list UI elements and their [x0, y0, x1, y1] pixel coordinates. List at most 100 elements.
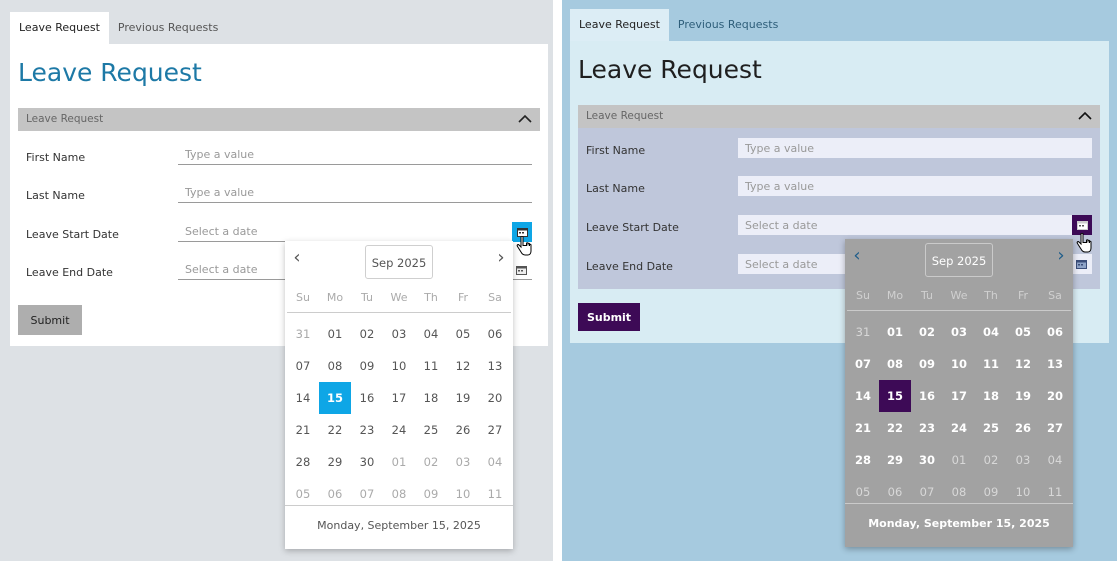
calendar-day[interactable]: 10 [383, 350, 415, 382]
first-name-input[interactable] [738, 138, 1092, 158]
leave-start-date-input[interactable] [178, 222, 532, 242]
chevron-right-icon[interactable]: › [491, 249, 511, 267]
calendar-day[interactable]: 01 [383, 446, 415, 478]
chevron-right-icon[interactable]: › [1051, 247, 1071, 265]
calendar-day[interactable]: 08 [319, 350, 351, 382]
calendar-day[interactable]: 23 [351, 414, 383, 446]
calendar-day[interactable]: 27 [479, 414, 511, 446]
calendar-day[interactable]: 11 [975, 348, 1007, 380]
calendar-day[interactable]: 12 [1007, 348, 1039, 380]
calendar-day[interactable]: 02 [975, 444, 1007, 476]
calendar-day[interactable]: 11 [415, 350, 447, 382]
calendar-day[interactable]: 03 [1007, 444, 1039, 476]
first-name-input[interactable] [178, 145, 532, 165]
calendar-day[interactable]: 18 [975, 380, 1007, 412]
chevron-left-icon[interactable]: ‹ [287, 249, 307, 267]
calendar-day[interactable]: 28 [847, 444, 879, 476]
calendar-day[interactable]: 31 [847, 316, 879, 348]
calendar-day[interactable]: 08 [879, 348, 911, 380]
calendar-day[interactable]: 25 [975, 412, 1007, 444]
calendar-day[interactable]: 02 [415, 446, 447, 478]
calendar-day[interactable]: 04 [975, 316, 1007, 348]
calendar-day[interactable]: 04 [1039, 444, 1071, 476]
calendar-day[interactable]: 22 [879, 412, 911, 444]
calendar-day-selected[interactable]: 15 [319, 382, 351, 414]
calendar-day[interactable]: 02 [351, 318, 383, 350]
calendar-day[interactable]: 21 [847, 412, 879, 444]
calendar-day[interactable]: 03 [383, 318, 415, 350]
calendar-day[interactable]: 29 [319, 446, 351, 478]
calendar-day[interactable]: 12 [447, 350, 479, 382]
calendar-day[interactable]: 26 [447, 414, 479, 446]
calendar-day[interactable]: 20 [479, 382, 511, 414]
calendar-day[interactable]: 24 [943, 412, 975, 444]
calendar-day[interactable]: 04 [415, 318, 447, 350]
calendar-day[interactable]: 07 [847, 348, 879, 380]
calendar-day[interactable]: 26 [1007, 412, 1039, 444]
chevron-left-icon[interactable]: ‹ [847, 247, 867, 265]
calendar-day[interactable]: 10 [943, 348, 975, 380]
calendar-day[interactable]: 14 [847, 380, 879, 412]
calendar-day[interactable]: 18 [415, 382, 447, 414]
calendar-day[interactable]: 23 [911, 412, 943, 444]
calendar-day[interactable]: 30 [351, 446, 383, 478]
weekday-label: Tu [360, 291, 374, 304]
start-date-calendar-button[interactable] [512, 222, 532, 242]
calendar-day[interactable]: 02 [911, 316, 943, 348]
start-date-calendar-button[interactable] [1072, 215, 1092, 235]
calendar-day[interactable]: 22 [319, 414, 351, 446]
section-header[interactable]: Leave Request [18, 108, 540, 131]
calendar-day[interactable]: 09 [911, 348, 943, 380]
calendar-day[interactable]: 31 [287, 318, 319, 350]
month-year-selector[interactable]: Sep 2025 [365, 245, 433, 279]
chevron-up-icon[interactable] [1078, 111, 1092, 121]
calendar-day[interactable]: 03 [943, 316, 975, 348]
calendar-day[interactable]: 06 [1039, 316, 1071, 348]
calendar-day[interactable]: 13 [479, 350, 511, 382]
footer-divider [285, 505, 513, 506]
section-header[interactable]: Leave Request [578, 105, 1100, 128]
calendar-day[interactable]: 17 [943, 380, 975, 412]
last-name-input[interactable] [738, 176, 1092, 196]
calendar-day[interactable]: 07 [287, 350, 319, 382]
calendar-day[interactable]: 30 [911, 444, 943, 476]
calendar-day[interactable]: 24 [383, 414, 415, 446]
calendar-day[interactable]: 25 [415, 414, 447, 446]
weekday-header: Su Mo Tu We Th Fr Sa [847, 289, 1071, 302]
end-date-calendar-button[interactable] [514, 260, 528, 280]
tab-previous-requests[interactable]: Previous Requests [669, 9, 787, 41]
last-name-input[interactable] [178, 183, 532, 203]
calendar-day[interactable]: 29 [879, 444, 911, 476]
calendar-day[interactable]: 03 [447, 446, 479, 478]
end-date-calendar-button[interactable] [1074, 254, 1088, 274]
calendar-day[interactable]: 16 [911, 380, 943, 412]
calendar-day[interactable]: 16 [351, 382, 383, 414]
tab-leave-request[interactable]: Leave Request [10, 12, 109, 44]
calendar-day[interactable]: 19 [1007, 380, 1039, 412]
calendar-day[interactable]: 01 [943, 444, 975, 476]
calendar-day[interactable]: 14 [287, 382, 319, 414]
month-year-selector[interactable]: Sep 2025 [925, 243, 993, 277]
calendar-day[interactable]: 28 [287, 446, 319, 478]
calendar-day[interactable]: 27 [1039, 412, 1071, 444]
calendar-day[interactable]: 05 [1007, 316, 1039, 348]
submit-button[interactable]: Submit [578, 303, 640, 331]
tab-leave-request[interactable]: Leave Request [570, 9, 669, 41]
calendar-day[interactable]: 13 [1039, 348, 1071, 380]
calendar-day[interactable]: 19 [447, 382, 479, 414]
submit-button[interactable]: Submit [18, 305, 82, 335]
calendar-day[interactable]: 21 [287, 414, 319, 446]
calendar-day[interactable]: 17 [383, 382, 415, 414]
calendar-day[interactable]: 04 [479, 446, 511, 478]
tab-previous-requests[interactable]: Previous Requests [109, 12, 227, 44]
calendar-day[interactable]: 01 [879, 316, 911, 348]
calendar-day[interactable]: 05 [447, 318, 479, 350]
calendar-day[interactable]: 01 [319, 318, 351, 350]
calendar-day[interactable]: 09 [351, 350, 383, 382]
calendar-day[interactable]: 06 [479, 318, 511, 350]
calendar-day[interactable]: 20 [1039, 380, 1071, 412]
chevron-up-icon[interactable] [518, 114, 532, 124]
calendar-icon [515, 265, 527, 275]
leave-start-date-input[interactable] [738, 215, 1092, 235]
calendar-day-selected[interactable]: 15 [879, 380, 911, 412]
